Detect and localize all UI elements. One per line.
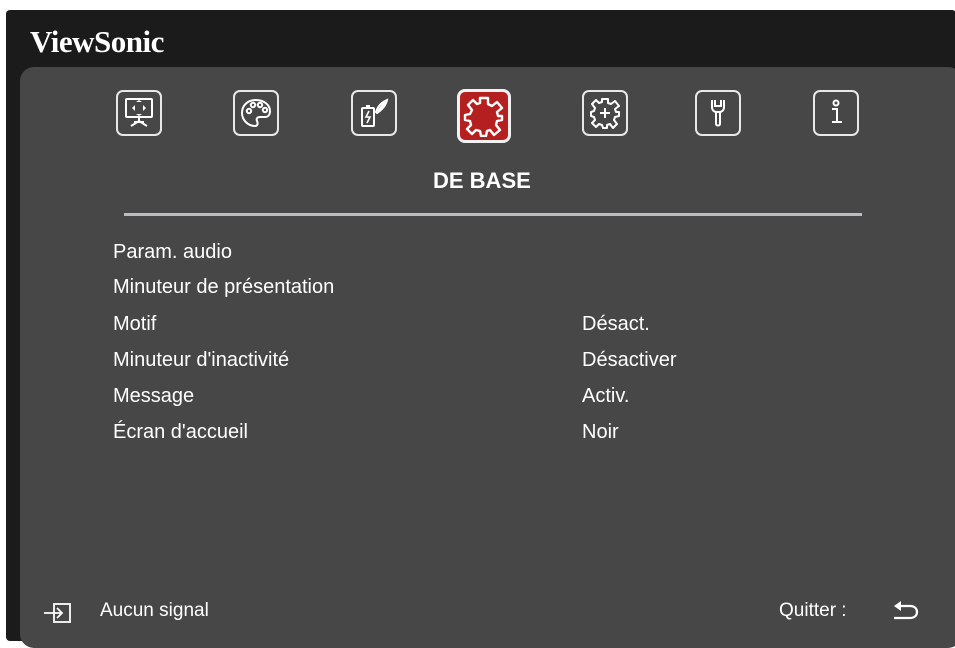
menu-value-pattern[interactable]: Désact.	[582, 313, 650, 336]
menu-value-inactivity-timer[interactable]: Désactiver	[582, 349, 676, 372]
tab-power-management[interactable]	[351, 90, 397, 136]
menu-item-splash-screen[interactable]: Écran d'accueil	[113, 421, 248, 444]
menu-item-audio-settings[interactable]: Param. audio	[113, 241, 232, 264]
tab-system[interactable]	[695, 90, 741, 136]
picture-palette-icon	[240, 98, 272, 128]
basic-settings-gear-icon	[463, 96, 504, 137]
active-tab-title: DE BASE	[433, 168, 531, 193]
advanced-settings-gear-icon	[590, 98, 620, 129]
display-icon	[125, 98, 153, 127]
divider	[124, 213, 862, 216]
input-source-icon	[44, 603, 71, 623]
power-management-icon	[361, 98, 389, 127]
tab-display[interactable]	[116, 90, 162, 136]
menu-value-splash-screen[interactable]: Noir	[582, 421, 619, 444]
quit-label: Quitter :	[779, 600, 847, 621]
menu-item-presentation-timer[interactable]: Minuteur de présentation	[113, 276, 334, 299]
tab-information[interactable]	[813, 90, 859, 136]
tab-advanced[interactable]	[582, 90, 628, 136]
signal-status: Aucun signal	[100, 600, 209, 621]
tab-basic[interactable]	[457, 89, 511, 143]
system-wrench-icon	[711, 100, 725, 127]
osd-window: ViewSonic DE BASE Param. audio Minuteur …	[6, 10, 955, 648]
back-arrow-icon[interactable]	[890, 599, 920, 625]
tab-picture[interactable]	[233, 90, 279, 136]
menu-value-message[interactable]: Activ.	[582, 385, 629, 408]
brand-logo: ViewSonic	[30, 24, 164, 59]
menu-panel: DE BASE Param. audio Minuteur de présent…	[20, 67, 955, 648]
menu-item-pattern[interactable]: Motif	[113, 313, 156, 336]
menu-item-inactivity-timer[interactable]: Minuteur d'inactivité	[113, 349, 289, 372]
information-icon	[832, 99, 842, 123]
menu-item-message[interactable]: Message	[113, 385, 194, 408]
